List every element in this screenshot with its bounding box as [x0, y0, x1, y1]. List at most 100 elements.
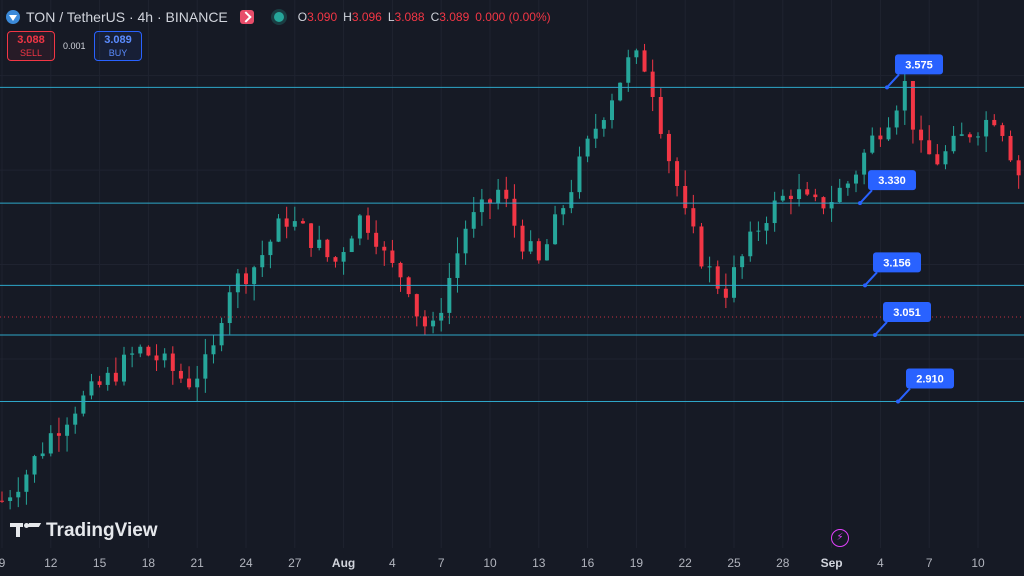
candle-body: [244, 273, 248, 285]
candle-body: [89, 381, 94, 396]
candle-body: [984, 119, 989, 137]
candle-body: [951, 135, 956, 152]
candle-body: [585, 138, 590, 157]
symbol-title[interactable]: TON / TetherUS · 4h · BINANCE: [26, 9, 228, 25]
candle-body: [154, 355, 159, 361]
tradingview-logo[interactable]: TradingView: [10, 520, 158, 542]
candle-body: [138, 346, 143, 354]
market-open-icon[interactable]: [239, 10, 254, 24]
ohlc-high-value: 3.096: [351, 10, 382, 24]
candle-body: [382, 246, 387, 251]
candle-body: [902, 81, 907, 111]
lightning-icon[interactable]: ⚡: [831, 529, 849, 547]
ohlc-high-key: H: [343, 10, 352, 24]
x-tick-label: 15: [92, 556, 107, 570]
candle-body: [235, 273, 240, 293]
x-tick-label: 27: [288, 556, 302, 570]
buy-price: 3.089: [104, 34, 132, 46]
symbol-header: TON / TetherUS · 4h · BINANCE O3.090 H3.…: [6, 8, 551, 26]
ton-coin-icon: [6, 10, 20, 24]
market-status-icon[interactable]: [273, 12, 284, 22]
candle-body: [894, 110, 899, 128]
ohlc-close-key: C: [430, 10, 440, 24]
candle-body: [748, 231, 753, 257]
candle-body: [219, 323, 224, 346]
buy-label: BUY: [108, 48, 128, 58]
candle-body: [544, 244, 549, 261]
candle-body: [870, 135, 875, 153]
candle-body: [732, 267, 736, 298]
level-label-pointer: [874, 321, 888, 336]
candle-body: [187, 378, 192, 388]
candle-body: [854, 174, 858, 184]
candle-body: [97, 381, 102, 385]
candle-body: [675, 161, 680, 187]
candle-body: [910, 81, 915, 130]
candle-body: [723, 288, 728, 298]
x-tick-label: 13: [532, 556, 546, 570]
candle-body: [610, 100, 614, 121]
candle-body: [333, 257, 338, 262]
candle-body: [488, 199, 492, 203]
candle-body: [845, 183, 850, 188]
candle-body: [707, 266, 712, 268]
level-label-text: 3.051: [893, 307, 921, 319]
candle-body: [162, 353, 167, 361]
candle-body: [366, 215, 370, 233]
candle-body: [862, 152, 867, 175]
level-label-text: 3.330: [878, 175, 906, 187]
candle-body: [561, 208, 566, 215]
candle-body: [260, 255, 265, 268]
candle-body: [927, 140, 932, 155]
candle-body: [577, 156, 582, 193]
price-chart[interactable]: 3.575 3.330 3.156 3.051 2.910: [0, 0, 1024, 576]
candle-body: [439, 312, 444, 321]
candle-body: [593, 128, 598, 139]
candle-body: [349, 238, 354, 253]
candle-body: [504, 189, 509, 199]
x-tick-label: 18: [141, 556, 156, 570]
x-tick-label: 7: [437, 556, 445, 570]
candle-body: [431, 320, 436, 327]
x-tick-label: 21: [190, 556, 204, 570]
candle-body: [463, 228, 468, 254]
ohlc-change: 0.000 (0.00%): [475, 10, 551, 24]
candle-body: [699, 226, 704, 267]
candle-body: [479, 199, 484, 213]
ohlc-close-value: 3.089: [439, 10, 470, 24]
candle-body: [284, 218, 289, 227]
x-tick-label: 12: [44, 556, 58, 570]
ohlc-open-value: 3.090: [307, 10, 338, 24]
x-tick-label: 4: [389, 556, 396, 570]
candle-body: [455, 253, 460, 278]
sell-price: 3.088: [17, 34, 45, 46]
candle-body: [756, 230, 761, 232]
candle-body: [203, 354, 208, 379]
level-label-pointer: [859, 189, 873, 204]
buy-button[interactable]: 3.089 BUY: [94, 31, 142, 61]
level-label-text: 2.910: [916, 374, 944, 386]
candle-body: [805, 189, 810, 195]
sell-label: SELL: [19, 48, 43, 58]
x-tick-label: 10: [971, 556, 985, 570]
candle-body: [618, 82, 623, 101]
candle-body: [764, 223, 769, 231]
candle-body: [146, 346, 151, 356]
candle-body: [886, 127, 891, 140]
candle-body: [195, 378, 200, 388]
level-label-text: 3.156: [883, 257, 911, 269]
sell-button[interactable]: 3.088 SELL: [7, 31, 55, 61]
ohlc-low-key: L: [387, 10, 395, 24]
candle-body: [81, 395, 86, 414]
x-tick-label: 24: [239, 556, 253, 570]
candle-body: [553, 214, 558, 245]
level-label-anchor: [896, 399, 900, 404]
candle-body: [1000, 125, 1005, 136]
candle-body: [447, 277, 452, 313]
candle-body: [211, 345, 216, 355]
candle-body: [292, 221, 297, 227]
candle-body: [601, 120, 606, 129]
candle-body: [276, 218, 281, 242]
candle-body: [374, 232, 379, 247]
candle-body: [317, 239, 322, 248]
